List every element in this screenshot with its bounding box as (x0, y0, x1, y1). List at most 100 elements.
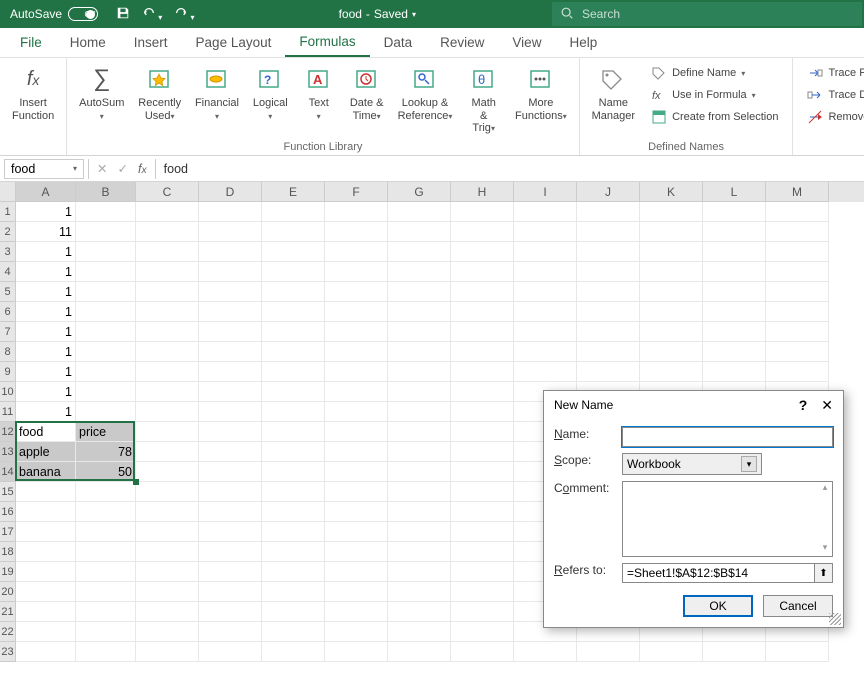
tab-help[interactable]: Help (555, 28, 611, 57)
cell[interactable] (76, 302, 136, 322)
cell[interactable] (703, 282, 766, 302)
cell[interactable] (136, 502, 199, 522)
cell[interactable] (703, 642, 766, 662)
cell[interactable] (703, 222, 766, 242)
cell[interactable] (199, 402, 262, 422)
cell[interactable]: 1 (16, 342, 76, 362)
use-in-formula-button[interactable]: fxUse in Formula ▾ (647, 85, 782, 105)
cell[interactable]: 1 (16, 282, 76, 302)
cell[interactable] (136, 402, 199, 422)
cell[interactable] (199, 582, 262, 602)
cell[interactable] (199, 222, 262, 242)
row-header[interactable]: 6 (0, 302, 16, 322)
cell[interactable] (199, 462, 262, 482)
cell[interactable] (136, 642, 199, 662)
cell[interactable] (451, 642, 514, 662)
cell[interactable] (76, 362, 136, 382)
cell[interactable] (76, 522, 136, 542)
cell[interactable] (136, 262, 199, 282)
scroll-down-icon[interactable]: ▾ (818, 542, 832, 556)
cell[interactable] (388, 522, 451, 542)
refers-to-input[interactable] (622, 563, 815, 583)
row-header[interactable]: 20 (0, 582, 16, 602)
cell[interactable] (388, 402, 451, 422)
row-header[interactable]: 8 (0, 342, 16, 362)
cell[interactable] (766, 222, 829, 242)
cell[interactable] (703, 302, 766, 322)
cell[interactable] (451, 582, 514, 602)
cell[interactable] (640, 642, 703, 662)
cell[interactable]: 50 (76, 462, 136, 482)
cell[interactable] (262, 642, 325, 662)
cell[interactable] (262, 262, 325, 282)
cell[interactable] (262, 422, 325, 442)
cell[interactable] (703, 202, 766, 222)
cell[interactable] (136, 602, 199, 622)
cell[interactable] (199, 202, 262, 222)
cell[interactable] (325, 582, 388, 602)
cell[interactable]: 1 (16, 242, 76, 262)
search-box[interactable]: Search (552, 2, 862, 26)
cell[interactable] (76, 582, 136, 602)
cell[interactable] (262, 242, 325, 262)
cell[interactable] (577, 202, 640, 222)
comment-textarea[interactable]: ▴▾ (622, 481, 833, 557)
cell[interactable] (325, 462, 388, 482)
recently-used-button[interactable]: Recently Used▾ (132, 61, 187, 122)
cell[interactable] (262, 202, 325, 222)
cell[interactable] (577, 302, 640, 322)
cell[interactable] (16, 602, 76, 622)
cell[interactable] (451, 242, 514, 262)
trace-dependents-button[interactable]: Trace Dependents (803, 85, 864, 105)
row-header[interactable]: 12 (0, 422, 16, 442)
cell[interactable]: 1 (16, 322, 76, 342)
cell[interactable] (16, 582, 76, 602)
cell[interactable] (388, 362, 451, 382)
cell[interactable] (76, 502, 136, 522)
formula-input[interactable]: food (156, 162, 864, 176)
cell[interactable] (136, 622, 199, 642)
cell[interactable] (640, 242, 703, 262)
insert-function-button[interactable]: fx Insert Function (6, 61, 60, 122)
cell[interactable]: 1 (16, 302, 76, 322)
remove-arrows-button[interactable]: Remove Arrows ▾ (803, 107, 864, 127)
cell[interactable] (76, 342, 136, 362)
cell[interactable] (199, 242, 262, 262)
cell[interactable] (199, 642, 262, 662)
cell[interactable] (16, 482, 76, 502)
cell[interactable] (388, 442, 451, 462)
logical-button[interactable]: ? Logical▾ (247, 61, 294, 122)
cell[interactable] (325, 422, 388, 442)
cell[interactable] (388, 282, 451, 302)
cell[interactable] (451, 342, 514, 362)
cell[interactable] (262, 562, 325, 582)
cell[interactable] (136, 222, 199, 242)
cell[interactable] (199, 482, 262, 502)
cell[interactable] (199, 542, 262, 562)
cell[interactable] (451, 262, 514, 282)
cell[interactable] (451, 442, 514, 462)
cell[interactable] (136, 462, 199, 482)
create-from-selection-button[interactable]: Create from Selection (647, 107, 782, 127)
cell[interactable] (136, 422, 199, 442)
cell[interactable] (451, 362, 514, 382)
cell[interactable] (640, 322, 703, 342)
cell[interactable] (514, 242, 577, 262)
row-header[interactable]: 18 (0, 542, 16, 562)
cell[interactable]: apple (16, 442, 76, 462)
cell[interactable] (262, 622, 325, 642)
trace-precedents-button[interactable]: Trace Precedents (803, 63, 864, 83)
cell[interactable]: price (76, 422, 136, 442)
cell[interactable] (640, 202, 703, 222)
cell[interactable] (325, 222, 388, 242)
row-header[interactable]: 9 (0, 362, 16, 382)
column-header-F[interactable]: F (325, 182, 388, 202)
cell[interactable] (451, 602, 514, 622)
cell[interactable] (640, 362, 703, 382)
cell[interactable] (136, 442, 199, 462)
cell[interactable] (76, 222, 136, 242)
cell[interactable] (514, 342, 577, 362)
column-header-M[interactable]: M (766, 182, 829, 202)
cell[interactable] (451, 382, 514, 402)
cancel-button[interactable]: Cancel (763, 595, 833, 617)
